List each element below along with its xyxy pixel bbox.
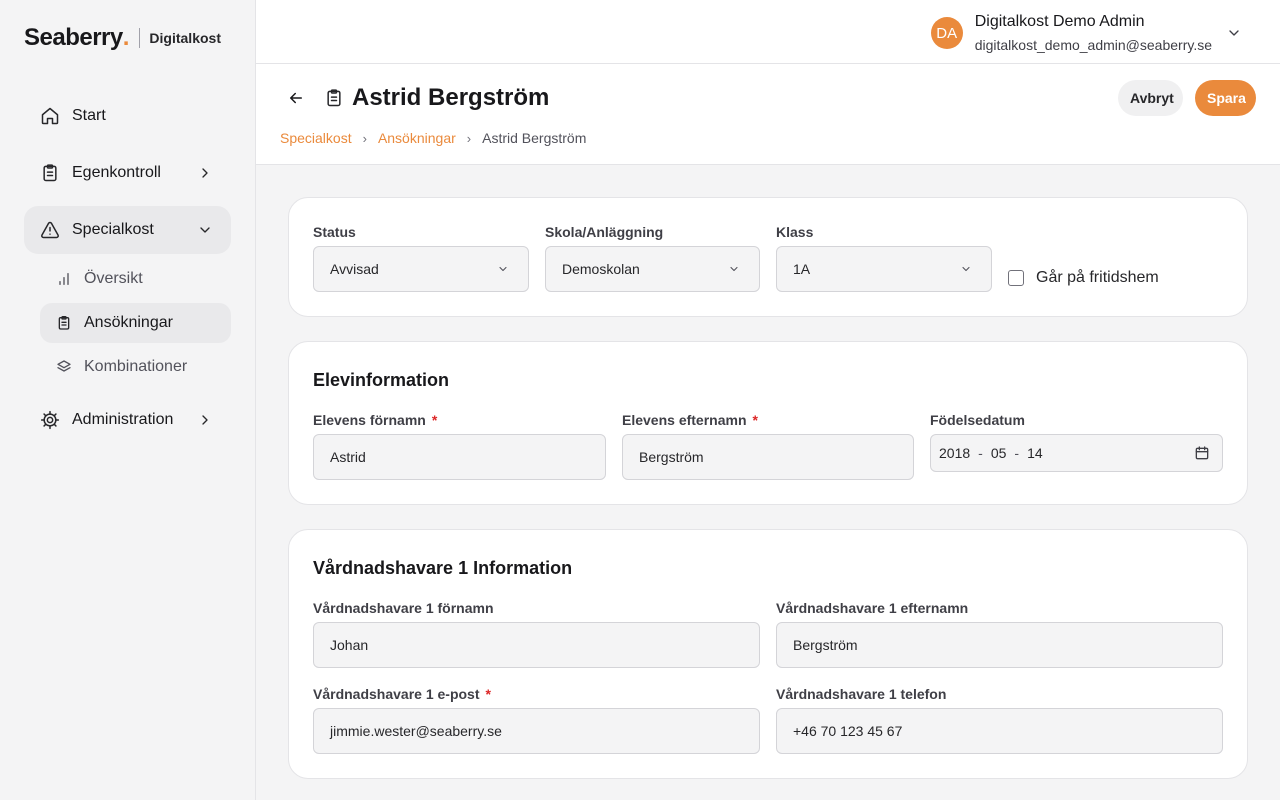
label-text: Vårdnadshavare 1 e-post	[313, 686, 480, 702]
birthdate-month[interactable]: 05	[991, 445, 1007, 461]
brand-divider	[139, 28, 141, 48]
home-icon	[40, 106, 60, 126]
sidebar: Seaberry. Digitalkost Start Egenkontroll…	[0, 0, 256, 800]
class-select[interactable]: 1A	[776, 246, 992, 292]
status-label: Status	[313, 224, 356, 240]
user-info: Digitalkost Demo Admin digitalkost_demo_…	[975, 12, 1212, 55]
required-marker: *	[431, 412, 438, 428]
save-button[interactable]: Spara	[1195, 80, 1256, 116]
avatar: DA	[930, 17, 963, 49]
guardian1-last-name-input[interactable]: Bergström	[776, 622, 1223, 668]
clipboard-icon	[56, 315, 72, 331]
gear-icon	[40, 410, 60, 430]
brand-logo: Seaberry	[24, 24, 123, 51]
chevron-right-icon: ›	[466, 130, 472, 146]
school-select[interactable]: Demoskolan	[545, 246, 760, 292]
after-school-label: Går på fritidshem	[1036, 269, 1159, 286]
school-label: Skola/Anläggning	[545, 224, 664, 240]
label-text: Elevens förnamn	[313, 412, 426, 428]
guardian1-phone-label: Vårdnadshavare 1 telefon	[776, 686, 947, 702]
class-label: Klass	[776, 224, 814, 240]
guardian1-email-label: Vårdnadshavare 1 e-post *	[313, 686, 491, 702]
sidebar-item-start[interactable]: Start	[24, 92, 231, 140]
chevron-down-icon	[727, 262, 741, 276]
sidebar-item-label: Start	[72, 107, 106, 124]
required-marker: *	[752, 412, 758, 428]
guardian1-email-input[interactable]: jimmie.wester@seaberry.se	[313, 708, 760, 754]
sidebar-item-egenkontroll[interactable]: Egenkontroll	[24, 149, 231, 197]
required-marker: *	[485, 686, 491, 702]
status-value: Avvisad	[330, 261, 379, 277]
sidebar-item-label: Egenkontroll	[72, 164, 161, 181]
brand-product: Digitalkost	[149, 30, 221, 46]
sidebar-item-specialkost[interactable]: Specialkost	[24, 206, 231, 254]
sidebar-item-administration[interactable]: Administration	[24, 396, 231, 444]
birthdate-input[interactable]: 2018 - 05 - 14	[930, 434, 1223, 472]
brand[interactable]: Seaberry. Digitalkost	[24, 22, 221, 54]
user-menu[interactable]: DA Digitalkost Demo Admin digitalkost_de…	[930, 12, 1242, 55]
school-value: Demoskolan	[562, 261, 640, 277]
layers-icon	[56, 359, 72, 375]
calendar-icon[interactable]	[1194, 445, 1210, 461]
sidebar-item-oversikt[interactable]: Översikt	[40, 259, 231, 299]
breadcrumb: Specialkost › Ansökningar › Astrid Bergs…	[280, 130, 586, 146]
date-separator: -	[978, 445, 983, 461]
chevron-down-icon	[1226, 25, 1242, 41]
guardian1-first-name-label: Vårdnadshavare 1 förnamn	[313, 600, 494, 616]
guardian1-first-name-input[interactable]: Johan	[313, 622, 760, 668]
student-first-name-input[interactable]: Astrid	[313, 434, 606, 480]
chevron-right-icon	[195, 410, 215, 430]
chevron-right-icon: ›	[362, 130, 367, 146]
status-select[interactable]: Avvisad	[313, 246, 529, 292]
status-card: Status Avvisad Skola/Anläggning Demoskol…	[288, 197, 1248, 317]
sidebar-item-ansokningar[interactable]: Ansökningar	[40, 303, 231, 343]
guardian1-info-card: Vårdnadshavare 1 Information Vårdnadshav…	[288, 529, 1248, 779]
clipboard-icon	[324, 88, 344, 108]
student-info-card: Elevinformation Elevens förnamn * Astrid …	[288, 341, 1248, 505]
checkbox-box[interactable]	[1008, 270, 1024, 286]
user-name: Digitalkost Demo Admin	[974, 12, 1145, 30]
arrow-left-icon	[290, 92, 302, 104]
sidebar-item-label: Administration	[72, 411, 174, 428]
student-first-name-label: Elevens förnamn *	[313, 412, 437, 428]
cancel-button[interactable]: Avbryt	[1118, 80, 1183, 116]
section-title: Vårdnadshavare 1 Information	[313, 558, 573, 578]
label-text: Elevens efternamn	[622, 412, 747, 428]
bar-chart-icon	[56, 271, 72, 287]
guardian1-phone-input[interactable]: +46 70 123 45 67	[776, 708, 1223, 754]
sidebar-item-label: Specialkost	[72, 221, 154, 238]
sidebar-item-kombinationer[interactable]: Kombinationer	[40, 347, 231, 387]
sidebar-nav: Start Egenkontroll Specialkost Översikt …	[24, 92, 231, 453]
warning-icon	[40, 220, 60, 240]
student-last-name-input[interactable]: Bergström	[622, 434, 914, 480]
birthdate-label: Födelsedatum	[930, 412, 1025, 428]
birthdate-year[interactable]: 2018	[939, 445, 970, 461]
chevron-right-icon	[195, 163, 215, 183]
section-title: Elevinformation	[313, 370, 450, 390]
sidebar-item-label: Översikt	[84, 270, 143, 287]
after-school-checkbox[interactable]: Går på fritidshem	[1008, 269, 1159, 287]
sidebar-item-label: Ansökningar	[84, 314, 173, 331]
chevron-down-icon	[496, 262, 510, 276]
chevron-down-icon	[195, 220, 215, 240]
topbar: DA Digitalkost Demo Admin digitalkost_de…	[256, 0, 1280, 64]
student-last-name-label: Elevens efternamn *	[622, 412, 758, 428]
page-title: Astrid Bergström	[352, 84, 550, 111]
date-separator: -	[1014, 445, 1020, 461]
page-header: Astrid Bergström Specialkost › Ansökning…	[256, 64, 1280, 165]
breadcrumb-specialkost[interactable]: Specialkost	[280, 130, 352, 146]
brand-dot: .	[122, 24, 130, 51]
breadcrumb-current: Astrid Bergström	[482, 130, 587, 146]
back-button[interactable]	[282, 84, 310, 112]
class-value: 1A	[793, 261, 811, 277]
user-email: digitalkost_demo_admin@seaberry.se	[974, 36, 1212, 53]
guardian1-last-name-label: Vårdnadshavare 1 efternamn	[776, 600, 969, 616]
breadcrumb-ansokningar[interactable]: Ansökningar	[378, 130, 456, 146]
sidebar-item-label: Kombinationer	[84, 358, 188, 375]
specialkost-submenu: Översikt Ansökningar Kombinationer	[40, 259, 231, 387]
birthdate-day[interactable]: 14	[1027, 445, 1043, 461]
chevron-down-icon	[959, 262, 973, 276]
clipboard-icon	[40, 163, 60, 183]
